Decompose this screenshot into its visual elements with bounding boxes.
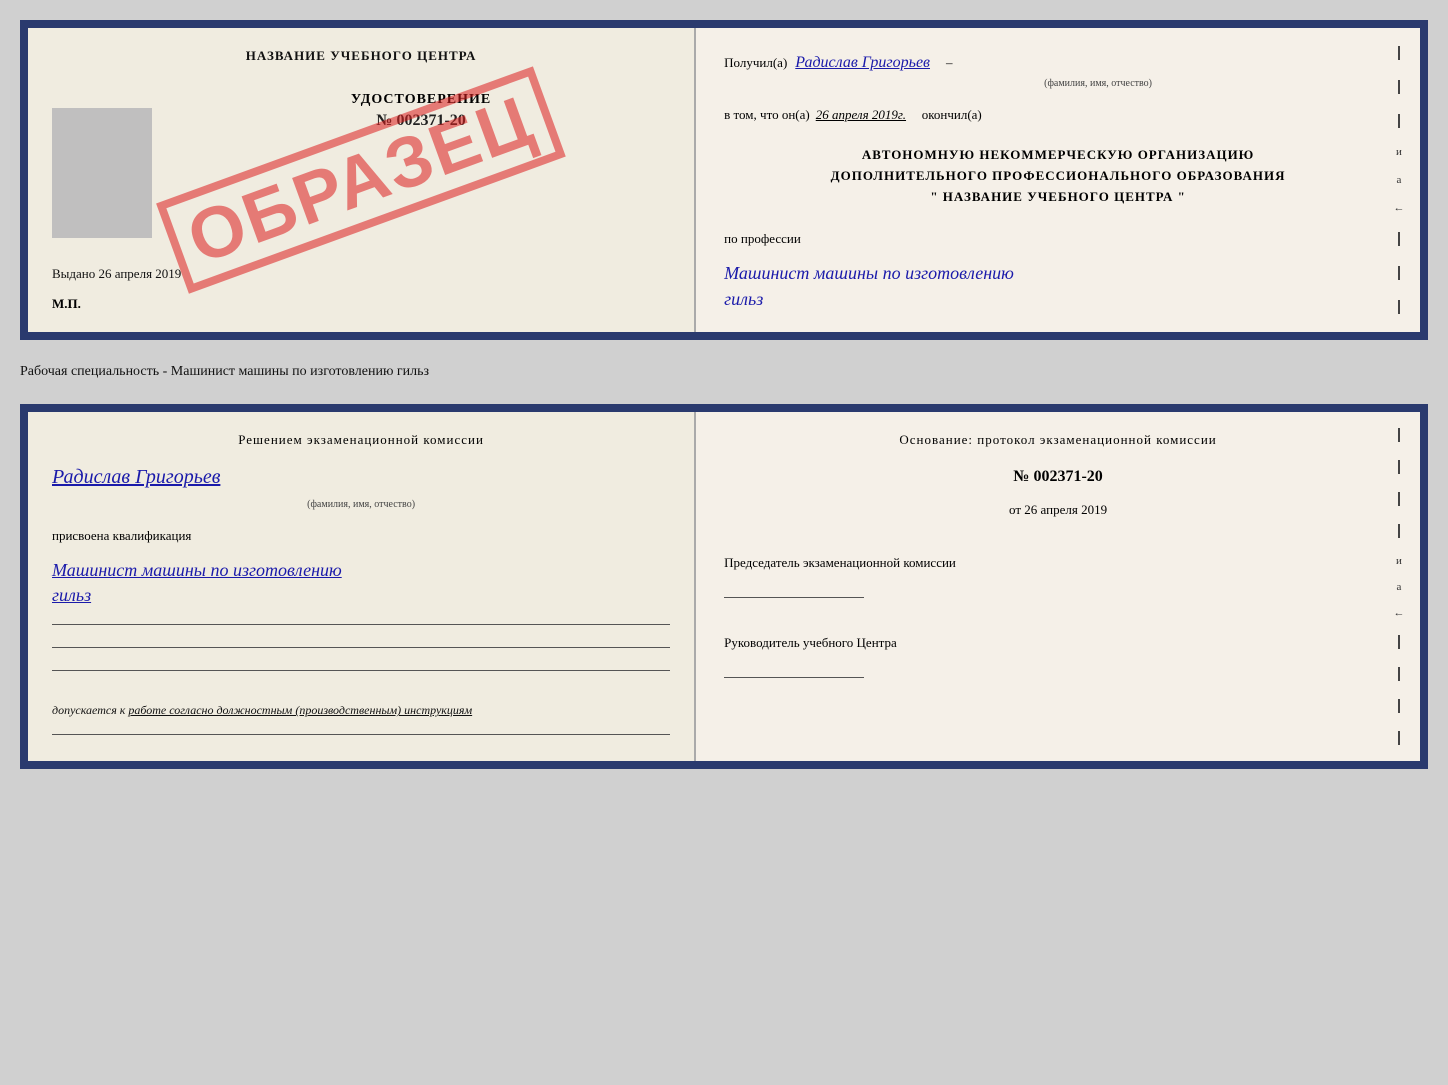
vydano-date: 26 апреля 2019 bbox=[99, 266, 182, 281]
predsedatel-signature-line bbox=[724, 578, 864, 598]
photo-placeholder bbox=[52, 108, 152, 238]
bottom-side-char-arrow: ← bbox=[1393, 607, 1404, 619]
qualification-text: Машинист машины по изготовлению гильз bbox=[52, 558, 670, 608]
bottom-person-name: Радислав Григорьев bbox=[52, 466, 670, 489]
side-char-i: и bbox=[1396, 146, 1402, 158]
udostoverenie-block: УДОСТОВЕРЕНИЕ № 002371-20 bbox=[172, 92, 670, 130]
profession-line1: Машинист машины по изготовлению bbox=[724, 263, 1014, 283]
page-wrapper: НАЗВАНИЕ УЧЕБНОГО ЦЕНТРА УДОСТОВЕРЕНИЕ №… bbox=[20, 20, 1428, 769]
bottom-document: Решением экзаменационной комиссии Радисл… bbox=[20, 404, 1428, 769]
top-doc-left: НАЗВАНИЕ УЧЕБНОГО ЦЕНТРА УДОСТОВЕРЕНИЕ №… bbox=[28, 28, 696, 332]
mp-label: М.П. bbox=[52, 296, 81, 312]
poluchil-hint: (фамилия, имя, отчество) bbox=[804, 78, 1392, 89]
bottom-side-char-a: а bbox=[1397, 581, 1402, 593]
dopuskaetsya-label: допускается к bbox=[52, 703, 125, 717]
bottom-famil-hint: (фамилия, имя, отчество) bbox=[52, 499, 670, 510]
predsedatel-label: Председатель экзаменационной комиссии bbox=[724, 554, 1392, 572]
hr2 bbox=[52, 647, 670, 648]
poluchil-label: Получил(а) bbox=[724, 55, 787, 71]
side-char-arrow: ← bbox=[1393, 202, 1404, 214]
vydano-line: Выдано 26 апреля 2019 bbox=[52, 266, 181, 282]
qual-line2: гильз bbox=[52, 585, 91, 605]
top-document: НАЗВАНИЕ УЧЕБНОГО ЦЕНТРА УДОСТОВЕРЕНИЕ №… bbox=[20, 20, 1428, 340]
rukovoditel-signature-line bbox=[724, 658, 864, 678]
bottom-side-char-i: и bbox=[1396, 555, 1402, 567]
rukovoditel-block: Руководитель учебного Центра bbox=[724, 634, 1392, 692]
org-block: АВТОНОМНУЮ НЕКОММЕРЧЕСКУЮ ОРГАНИЗАЦИЮ ДО… bbox=[724, 145, 1392, 207]
reshenem-title: Решением экзаменационной комиссии bbox=[52, 432, 670, 448]
vtom-date: 26 апреля 2019г. bbox=[816, 107, 916, 123]
udostoverenie-title: УДОСТОВЕРЕНИЕ bbox=[172, 92, 670, 108]
osnovanie-title: Основание: протокол экзаменационной коми… bbox=[724, 432, 1392, 448]
vtom-label: в том, что он(а) bbox=[724, 107, 810, 123]
hr3 bbox=[52, 670, 670, 671]
profession-line2: гильз bbox=[724, 289, 763, 309]
org-line2: ДОПОЛНИТЕЛЬНОГО ПРОФЕССИОНАЛЬНОГО ОБРАЗО… bbox=[724, 166, 1392, 187]
rukovoditel-label: Руководитель учебного Центра bbox=[724, 634, 1392, 652]
prisvoena-label: присвоена квалификация bbox=[52, 528, 670, 544]
protocol-number: № 002371-20 bbox=[724, 468, 1392, 486]
specialty-label: Рабочая специальность - Машинист машины … bbox=[20, 358, 1428, 386]
ot-date: 26 апреля 2019 bbox=[1024, 502, 1107, 517]
ot-date-line: от 26 апреля 2019 bbox=[724, 502, 1392, 518]
poluchil-name: Радислав Григорьев bbox=[795, 54, 930, 72]
org-line1: АВТОНОМНУЮ НЕКОММЕРЧЕСКУЮ ОРГАНИЗАЦИЮ bbox=[724, 145, 1392, 166]
po-professii: по профессии bbox=[724, 231, 1392, 247]
ot-label: от bbox=[1009, 502, 1021, 517]
udostoverenie-number: № 002371-20 bbox=[172, 112, 670, 130]
bottom-doc-left: Решением экзаменационной комиссии Радисл… bbox=[28, 412, 696, 761]
side-char-a: а bbox=[1397, 174, 1402, 186]
vtom-line: в том, что он(а) 26 апреля 2019г. окончи… bbox=[724, 107, 1392, 123]
bottom-doc-right: Основание: протокол экзаменационной коми… bbox=[696, 412, 1420, 761]
hr1 bbox=[52, 624, 670, 625]
bottom-right-side-decoration: и а ← bbox=[1390, 412, 1408, 761]
qual-line1: Машинист машины по изготовлению bbox=[52, 560, 342, 580]
org-line3: " НАЗВАНИЕ УЧЕБНОГО ЦЕНТРА " bbox=[724, 187, 1392, 208]
dopusk-text: работе согласно должностным (производств… bbox=[128, 703, 472, 717]
predsedatel-block: Председатель экзаменационной комиссии bbox=[724, 554, 1392, 612]
top-doc-right: Получил(а) Радислав Григорьев – (фамилия… bbox=[696, 28, 1420, 332]
top-left-title: НАЗВАНИЕ УЧЕБНОГО ЦЕНТРА bbox=[52, 48, 670, 64]
dopuskaetsya-block: допускается к работе согласно должностны… bbox=[52, 703, 670, 718]
hr4 bbox=[52, 734, 670, 735]
right-side-decoration: и а ← bbox=[1390, 28, 1408, 332]
okonchil-label: окончил(а) bbox=[922, 107, 982, 123]
vydano-label: Выдано bbox=[52, 266, 95, 281]
profession-text: Машинист машины по изготовлению гильз bbox=[724, 261, 1392, 311]
